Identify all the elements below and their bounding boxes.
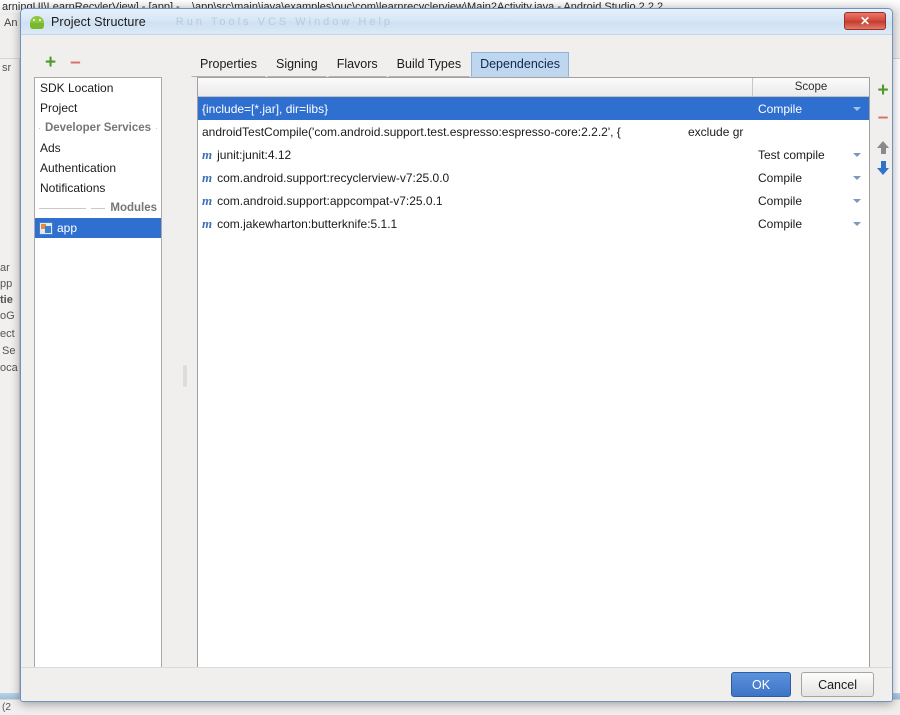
dialog-title-bar: Project Structure Run Tools VCS Window H… bbox=[21, 9, 892, 35]
table-row[interactable]: m com.android.support:recyclerview-v7:25… bbox=[198, 166, 869, 189]
chevron-down-icon[interactable] bbox=[853, 152, 861, 157]
chevron-down-icon[interactable] bbox=[853, 198, 861, 203]
table-row[interactable]: {include=[*.jar], dir=libs} Compile bbox=[198, 97, 869, 120]
module-icon bbox=[39, 221, 53, 235]
sidebar-item-app[interactable]: app bbox=[35, 218, 161, 238]
table-row[interactable]: androidTestCompile('com.android.support.… bbox=[198, 120, 869, 143]
add-module-icon[interactable]: + bbox=[45, 53, 56, 72]
chevron-down-icon[interactable] bbox=[853, 106, 861, 111]
scope-value: Compile bbox=[758, 216, 803, 231]
ide-ghost-text-se: Se bbox=[2, 345, 16, 357]
maven-library-icon: m bbox=[202, 169, 213, 185]
column-header-scope[interactable]: Scope bbox=[753, 78, 869, 96]
dependency-scope[interactable]: Test compile bbox=[753, 148, 869, 162]
tab-bar: Properties Signing Flavors Build Types D… bbox=[191, 52, 569, 77]
cancel-button[interactable]: Cancel bbox=[801, 672, 874, 697]
sidebar-list: SDK Location Project Developer Services … bbox=[34, 77, 162, 672]
ide-ghost-text-oca: oca bbox=[0, 362, 18, 374]
dependency-label: junit:junit:4.12 bbox=[217, 147, 292, 162]
dependency-name: m junit:junit:4.12 bbox=[198, 147, 688, 163]
column-header-name[interactable] bbox=[198, 78, 753, 96]
dependency-name: m com.android.support:recyclerview-v7:25… bbox=[198, 170, 688, 186]
dependency-label: com.android.support:recyclerview-v7:25.0… bbox=[217, 170, 450, 185]
tab-build-types[interactable]: Build Types bbox=[387, 52, 471, 77]
tab-dependencies[interactable]: Dependencies bbox=[471, 52, 569, 77]
project-structure-dialog: Project Structure Run Tools VCS Window H… bbox=[20, 8, 893, 702]
sidebar-item-ads[interactable]: Ads bbox=[35, 138, 161, 158]
ide-left-toolwindow-strip bbox=[0, 59, 20, 699]
dependency-actions-toolbar: + – bbox=[874, 81, 892, 175]
sidebar-toolbar: + – bbox=[33, 49, 163, 75]
sidebar-item-label: app bbox=[57, 221, 78, 235]
maven-library-icon: m bbox=[202, 192, 213, 208]
dialog-title: Project Structure bbox=[51, 14, 146, 29]
dialog-footer: OK Cancel bbox=[21, 667, 892, 701]
ide-ghost-text-og: oG bbox=[0, 310, 15, 322]
chevron-down-icon[interactable] bbox=[853, 175, 861, 180]
dependency-scope[interactable]: Compile bbox=[753, 171, 869, 185]
maven-library-icon: m bbox=[202, 215, 213, 231]
sidebar-group-label: Modules bbox=[110, 202, 157, 214]
table-row[interactable]: m junit:junit:4.12 Test compile bbox=[198, 143, 869, 166]
dependencies-table: Scope {include=[*.jar], dir=libs} Compil… bbox=[197, 77, 870, 672]
ide-ghost-text-ar: ar bbox=[0, 262, 10, 274]
sidebar-item-authentication[interactable]: Authentication bbox=[35, 158, 161, 178]
table-row[interactable]: m com.android.support:appcompat-v7:25.0.… bbox=[198, 189, 869, 212]
tab-signing[interactable]: Signing bbox=[266, 52, 327, 77]
ide-ghost-text-sr: sr bbox=[2, 62, 12, 74]
chevron-down-icon[interactable] bbox=[853, 221, 861, 226]
ok-button[interactable]: OK bbox=[731, 672, 792, 697]
remove-dependency-icon[interactable]: – bbox=[878, 108, 889, 127]
dependency-scope[interactable]: Compile bbox=[753, 217, 869, 231]
close-icon[interactable]: ✕ bbox=[844, 12, 886, 30]
tab-properties[interactable]: Properties bbox=[191, 52, 266, 77]
table-header: Scope bbox=[198, 78, 869, 97]
dependency-scope[interactable]: Compile bbox=[753, 194, 869, 208]
sidebar-group-developer-services: Developer Services bbox=[35, 118, 161, 138]
dependency-name: m com.jakewharton:butterknife:5.1.1 bbox=[198, 216, 688, 232]
add-dependency-icon[interactable]: + bbox=[877, 81, 888, 100]
remove-module-icon[interactable]: – bbox=[70, 53, 81, 72]
maven-library-icon: m bbox=[202, 146, 213, 162]
scope-value: Compile bbox=[758, 170, 803, 185]
android-robot-icon bbox=[29, 14, 45, 30]
sidebar-group-label: Developer Services bbox=[44, 122, 152, 134]
dependency-label: com.jakewharton:butterknife:5.1.1 bbox=[217, 216, 398, 231]
ide-ghost-text-tie: tie bbox=[0, 294, 13, 306]
ide-ghost-text-pp: pp bbox=[0, 278, 13, 290]
table-row[interactable]: m com.jakewharton:butterknife:5.1.1 Comp… bbox=[198, 212, 869, 235]
ide-ghost-menu: Run Tools VCS Window Help bbox=[175, 15, 394, 28]
dependency-name: m com.android.support:appcompat-v7:25.0.… bbox=[198, 193, 688, 209]
scope-value: Compile bbox=[758, 193, 803, 208]
sidebar-item-project[interactable]: Project bbox=[35, 98, 161, 118]
sidebar-item-notifications[interactable]: Notifications bbox=[35, 178, 161, 198]
dependency-name: {include=[*.jar], dir=libs} bbox=[202, 101, 329, 116]
sidebar-item-sdk-location[interactable]: SDK Location bbox=[35, 78, 161, 98]
dependency-name: androidTestCompile('com.android.support.… bbox=[202, 124, 621, 139]
tab-flavors[interactable]: Flavors bbox=[327, 52, 387, 77]
panel-splitter[interactable] bbox=[183, 365, 187, 387]
dependency-extra: exclude gr bbox=[688, 124, 744, 139]
scope-value: Test compile bbox=[758, 147, 825, 162]
scope-value: Compile bbox=[758, 101, 803, 116]
ide-ghost-text-ect: ect bbox=[0, 328, 15, 340]
dependency-scope[interactable]: Compile bbox=[753, 102, 869, 116]
dialog-body: + – SDK Location Project Developer Servi… bbox=[21, 35, 892, 672]
dependency-label: com.android.support:appcompat-v7:25.0.1 bbox=[217, 193, 443, 208]
sidebar-group-modules: Modules bbox=[35, 198, 161, 218]
